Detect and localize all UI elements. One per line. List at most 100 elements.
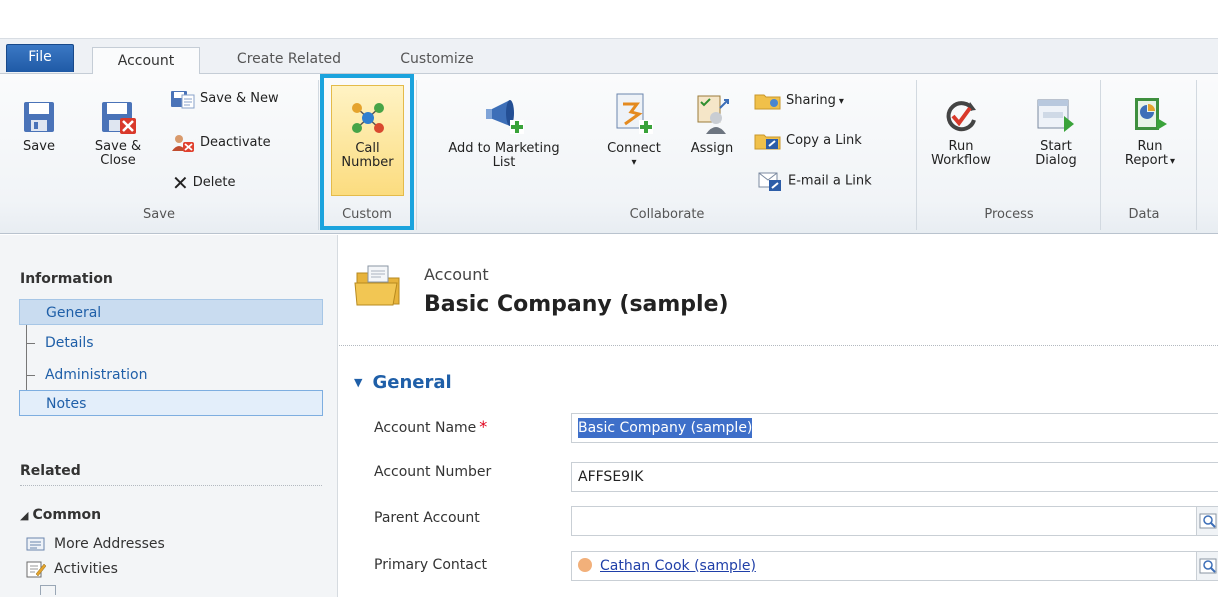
add-marketing-label-1: Add to Marketing (448, 141, 560, 156)
sharing-label: Sharing (786, 93, 836, 108)
save-new-icon (171, 90, 195, 108)
nav-divider (20, 485, 322, 486)
deactivate-button[interactable]: Deactivate (170, 132, 271, 154)
start-dialog-label-2: Dialog (1035, 153, 1077, 168)
connect-dropdown-icon: ▾ (631, 157, 637, 168)
tab-account[interactable]: Account (92, 47, 200, 75)
group-divider (318, 80, 319, 230)
run-report-label-2: Report ▾ (1110, 154, 1190, 169)
save-close-label-1: Save & (94, 139, 142, 154)
left-navigation: Information General Details Administrati… (0, 235, 338, 597)
dialog-window-icon (1037, 99, 1074, 132)
collapse-triangle-icon: ◢ (20, 509, 29, 522)
highlight-frame (320, 74, 414, 230)
nav-information-heading: Information (20, 271, 113, 287)
account-name-field[interactable]: Basic Company (sample) (571, 413, 1218, 443)
lookup-magnifier-icon (1199, 558, 1217, 574)
tab-create-related[interactable]: Create Related (214, 46, 364, 74)
save-close-button[interactable]: Save & Close (92, 100, 144, 168)
account-name-label: Account Name * (374, 417, 487, 436)
nav-item-general[interactable]: General (19, 299, 323, 325)
assign-icon (697, 95, 729, 134)
process-group-label: Process (984, 207, 1034, 222)
save-group-label: Save (143, 207, 175, 222)
entity-type-label: Account (424, 265, 489, 284)
delete-label: Delete (192, 175, 236, 190)
connect-button[interactable]: Connect ▾ (592, 92, 676, 170)
save-close-icon (102, 102, 136, 134)
run-workflow-button[interactable]: Run Workflow (924, 98, 998, 168)
nav-item-details[interactable]: Details (19, 330, 323, 356)
group-divider (416, 80, 417, 230)
run-workflow-label-2: Workflow (931, 153, 991, 168)
activities-label: Activities (54, 561, 118, 577)
collaborate-group-label: Collaborate (629, 207, 705, 222)
primary-contact-lookup-button[interactable] (1196, 552, 1218, 580)
address-card-icon (26, 537, 45, 551)
nav-sub-more-addresses[interactable]: More Addresses (26, 532, 165, 556)
primary-contact-label: Primary Contact (374, 557, 488, 573)
account-name-value: Basic Company (sample) (578, 418, 753, 438)
deactivate-label: Deactivate (200, 135, 271, 150)
connect-icon (616, 93, 653, 134)
section-title: General (372, 372, 452, 393)
more-addresses-label: More Addresses (54, 536, 165, 552)
save-new-button[interactable]: Save & New (170, 88, 279, 110)
activities-pencil-icon (26, 561, 47, 578)
copy-link-button[interactable]: Copy a Link (754, 130, 862, 152)
contact-avatar-icon (578, 558, 592, 572)
nav-related-heading: Related (20, 463, 81, 479)
add-marketing-label-2: List (492, 155, 516, 170)
save-close-label-2: Close (100, 153, 136, 168)
primary-contact-link[interactable]: Cathan Cook (sample) (600, 558, 756, 574)
group-divider (1100, 80, 1101, 230)
tab-customize[interactable]: Customize (382, 46, 492, 74)
account-name-text: Account Name (374, 420, 477, 436)
parent-account-lookup-button[interactable] (1196, 507, 1218, 535)
ribbon: Save Save & Close Save & New Deactivate … (0, 74, 1218, 234)
nav-sub-next-item[interactable] (40, 585, 56, 595)
required-asterisk: * (479, 417, 488, 436)
ribbon-tab-bar: File Account Create Related Customize (0, 38, 1218, 75)
nav-sub-activities[interactable]: Activities (26, 557, 118, 581)
assign-button[interactable]: Assign (682, 92, 742, 156)
group-divider (1196, 80, 1197, 230)
email-link-button[interactable]: E-mail a Link (758, 170, 872, 192)
lookup-magnifier-icon (1199, 513, 1217, 529)
tab-file[interactable]: File (6, 44, 74, 72)
data-group-label: Data (1128, 207, 1160, 222)
nav-item-notes[interactable]: Notes (19, 390, 323, 416)
sharing-dropdown-icon: ▾ (838, 96, 844, 107)
start-dialog-label-1: Start (1040, 139, 1072, 154)
add-to-marketing-list-button[interactable]: Add to Marketing List (426, 92, 582, 170)
account-number-field[interactable]: AFFSE9IK (571, 462, 1218, 492)
common-label: Common (32, 507, 102, 523)
nav-common-heading[interactable]: ◢ Common (20, 507, 101, 523)
floppy-disk-icon (24, 102, 54, 132)
group-divider (916, 80, 917, 230)
run-report-dropdown-icon: ▾ (1170, 156, 1176, 167)
expand-triangle-icon: ▼ (354, 376, 363, 389)
nav-item-administration[interactable]: Administration (19, 362, 323, 388)
run-report-label-1: Run (1137, 139, 1163, 154)
sharing-button[interactable]: Sharing ▾ (754, 90, 844, 112)
parent-account-field[interactable] (571, 506, 1218, 536)
section-general-heading[interactable]: ▼ General (354, 372, 452, 393)
email-link-label: E-mail a Link (788, 173, 872, 189)
copy-link-icon (754, 134, 781, 149)
primary-contact-field[interactable]: Cathan Cook (sample) (571, 551, 1218, 581)
save-new-label: Save & New (200, 91, 279, 106)
megaphone-icon (486, 100, 524, 134)
header-divider (339, 345, 1218, 346)
delete-x-icon: ✕ (172, 170, 189, 195)
run-workflow-label-1: Run (948, 139, 974, 154)
account-number-label: Account Number (374, 464, 492, 480)
delete-button[interactable]: ✕ Delete (172, 172, 235, 194)
start-dialog-button[interactable]: Start Dialog (1026, 98, 1086, 168)
assign-label: Assign (690, 141, 734, 156)
run-report-button[interactable]: Run Report ▾ (1110, 96, 1190, 169)
save-button[interactable]: Save (14, 100, 64, 154)
run-report-text: Report (1124, 153, 1169, 168)
connect-label: Connect (607, 141, 661, 156)
report-icon (1135, 98, 1167, 130)
